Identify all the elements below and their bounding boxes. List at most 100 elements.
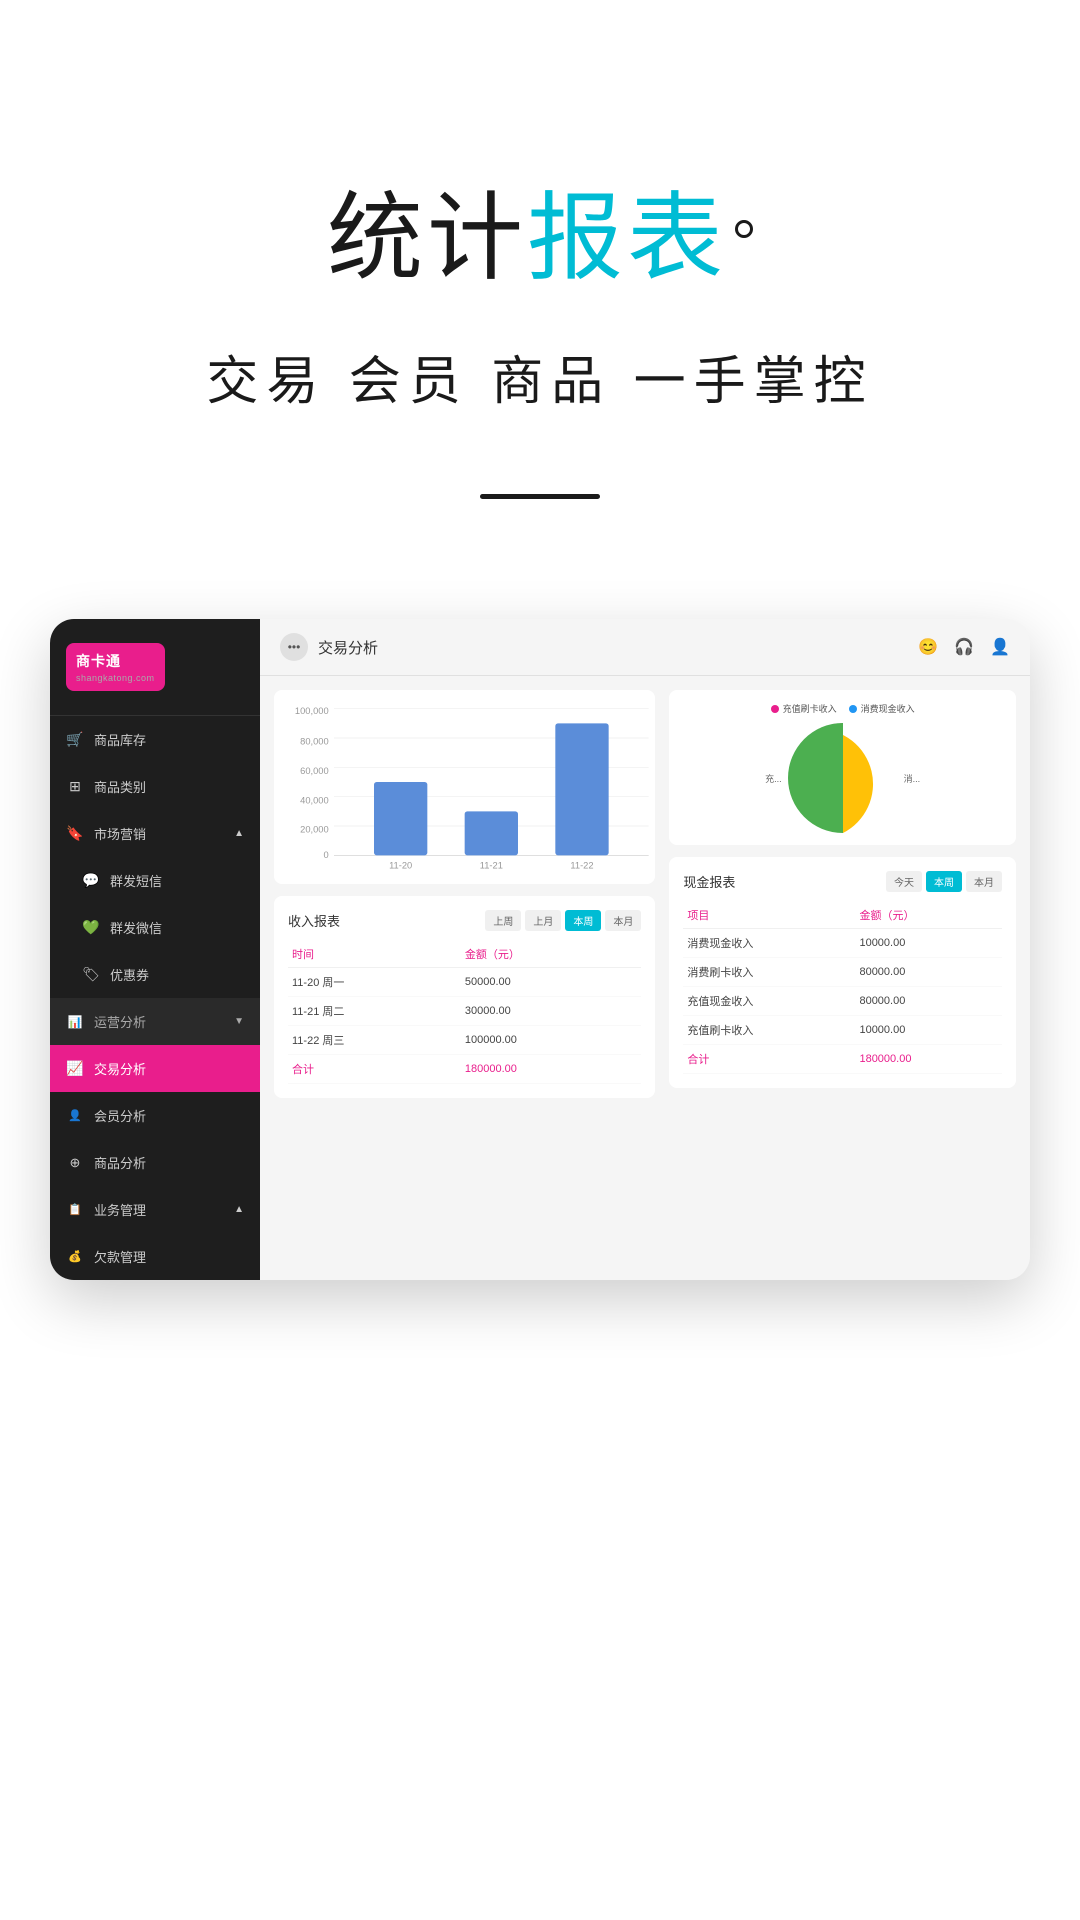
income-date-2: 11-21 周二 — [288, 997, 461, 1026]
svg-text:80,000: 80,000 — [300, 737, 329, 747]
page-title: 交易分析 — [318, 637, 378, 658]
user-icon[interactable]: 👤 — [990, 637, 1010, 657]
income-amount-2: 30000.00 — [461, 997, 641, 1026]
sms-icon: 💬 — [82, 872, 100, 890]
sidebar-label-marketing: 市场营销 — [94, 824, 146, 843]
bar-chart-svg: 100,000 80,000 60,000 40,000 20,000 0 — [278, 698, 651, 871]
income-table-card: 收入报表 上周 上月 本周 本月 时间 — [274, 896, 655, 1098]
biz-icon: 📋 — [66, 1201, 84, 1219]
sidebar-label-member-analysis: 会员分析 — [94, 1106, 146, 1125]
member-icon: 👤 — [66, 1107, 84, 1125]
topbar-left: ••• 交易分析 — [280, 633, 378, 661]
sidebar-item-goods-stock[interactable]: 🛒 商品库存 — [50, 716, 260, 763]
cash-col-amount: 金额（元） — [855, 902, 1002, 929]
cash-item-1: 消费现金收入 — [683, 929, 855, 958]
sidebar-logo: 商卡通 shangkatong.com — [50, 619, 260, 716]
debt-icon: 💰 — [66, 1248, 84, 1266]
legend-item-2: 消费现金收入 — [849, 702, 915, 715]
cash-table-card: 现金报表 今天 本周 本月 项目 金额（元） — [669, 857, 1016, 1088]
sidebar-item-sms[interactable]: 💬 群发短信 — [50, 857, 260, 904]
sidebar-label-ops-analysis: 运营分析 — [94, 1012, 146, 1031]
tab-cash-this-month[interactable]: 本月 — [966, 871, 1002, 892]
income-amount-1: 50000.00 — [461, 968, 641, 997]
topbar: ••• 交易分析 😊 🎧 👤 — [260, 619, 1030, 676]
tab-last-week[interactable]: 上周 — [485, 910, 521, 931]
sidebar-item-trade-analysis[interactable]: 📈 交易分析 — [50, 1045, 260, 1092]
sidebar-item-member-analysis[interactable]: 👤 会员分析 — [50, 1092, 260, 1139]
right-panel: 充值刷卡收入 消费现金收入 充... — [669, 690, 1016, 1266]
sidebar-label-debt-manage: 欠款管理 — [94, 1247, 146, 1266]
menu-dots[interactable]: ••• — [280, 633, 308, 661]
bar-chart-card: 100,000 80,000 60,000 40,000 20,000 0 — [274, 690, 655, 884]
sidebar-item-goods-analysis[interactable]: ⊕ 商品分析 — [50, 1139, 260, 1186]
income-col-date: 时间 — [288, 941, 461, 968]
cash-table: 项目 金额（元） 消费现金收入 10000.00 消费刷卡收 — [683, 902, 1002, 1074]
emoji-icon[interactable]: 😊 — [918, 637, 938, 657]
hero-dot — [735, 220, 753, 238]
cash-item-4: 充值刷卡收入 — [683, 1016, 855, 1045]
tab-today[interactable]: 今天 — [886, 871, 922, 892]
income-date-1: 11-20 周一 — [288, 968, 461, 997]
income-date-3: 11-22 周三 — [288, 1026, 461, 1055]
headphone-icon[interactable]: 🎧 — [954, 637, 974, 657]
income-row-1: 11-20 周一 50000.00 — [288, 968, 641, 997]
svg-text:100,000: 100,000 — [295, 706, 329, 716]
cash-row-4: 充值刷卡收入 10000.00 — [683, 1016, 1002, 1045]
pie-label-left: 充... — [765, 772, 782, 785]
hero-title-part1: 统计 — [327, 185, 527, 292]
svg-text:11-22: 11-22 — [570, 861, 593, 871]
sidebar-item-marketing[interactable]: 🔖 市场营销 — [50, 810, 260, 857]
legend-dot-1 — [771, 705, 779, 713]
cash-tab-group: 今天 本周 本月 — [886, 871, 1002, 892]
tab-last-month[interactable]: 上月 — [525, 910, 561, 931]
cash-row-3: 充值现金收入 80000.00 — [683, 987, 1002, 1016]
goods-icon: ⊕ — [66, 1154, 84, 1172]
sidebar-item-goods-category[interactable]: ⊞ 商品类别 — [50, 763, 260, 810]
cash-row-1: 消费现金收入 10000.00 — [683, 929, 1002, 958]
biz-arrow-icon — [234, 1204, 244, 1215]
cash-total-label: 合计 — [683, 1045, 855, 1074]
legend-item-1: 充值刷卡收入 — [771, 702, 837, 715]
tab-cash-this-week[interactable]: 本周 — [926, 871, 962, 892]
pie-legend: 充值刷卡收入 消费现金收入 — [681, 702, 1004, 715]
legend-dot-2 — [849, 705, 857, 713]
sidebar-label-goods-category: 商品类别 — [94, 777, 146, 796]
cash-amount-2: 80000.00 — [855, 958, 1002, 987]
sidebar-item-ops-analysis[interactable]: 📊 运营分析 — [50, 998, 260, 1045]
svg-text:20,000: 20,000 — [300, 825, 329, 835]
sidebar-item-biz-manage[interactable]: 📋 业务管理 — [50, 1186, 260, 1233]
income-row-2: 11-21 周二 30000.00 — [288, 997, 641, 1026]
hero-subtitle: 交易 会员 商品 一手掌控 — [0, 339, 1080, 414]
bar-1122 — [555, 723, 608, 855]
sidebar-item-coupon[interactable]: 🏷 优惠券 — [50, 951, 260, 998]
cash-total-row: 合计 180000.00 — [683, 1045, 1002, 1074]
income-col-amount: 金额（元） — [461, 941, 641, 968]
income-row-3: 11-22 周三 100000.00 — [288, 1026, 641, 1055]
sidebar-label-goods-stock: 商品库存 — [94, 730, 146, 749]
svg-text:40,000: 40,000 — [300, 795, 329, 805]
cash-item-2: 消费刷卡收入 — [683, 958, 855, 987]
cash-row-2: 消费刷卡收入 80000.00 — [683, 958, 1002, 987]
bar-1121 — [465, 811, 518, 855]
cash-title: 现金报表 — [683, 872, 735, 891]
svg-text:11-21: 11-21 — [480, 861, 503, 871]
sidebar-item-wechat[interactable]: 💚 群发微信 — [50, 904, 260, 951]
pie-label-right: 消... — [904, 772, 921, 785]
tab-this-month[interactable]: 本月 — [605, 910, 641, 931]
income-total-label: 合计 — [288, 1055, 461, 1084]
sidebar-label-sms: 群发短信 — [110, 871, 162, 890]
logo-cn: 商卡通 — [76, 653, 121, 669]
hero-divider — [480, 494, 600, 499]
chart-icon: 📊 — [66, 1013, 84, 1031]
pie-container: 充... 消... — [681, 723, 1004, 833]
coupon-icon: 🏷 — [82, 966, 100, 984]
grid-icon: ⊞ — [66, 778, 84, 796]
svg-text:60,000: 60,000 — [300, 766, 329, 776]
cash-amount-3: 80000.00 — [855, 987, 1002, 1016]
left-panel: 100,000 80,000 60,000 40,000 20,000 0 — [274, 690, 655, 1266]
cash-header: 现金报表 今天 本周 本月 — [683, 871, 1002, 892]
sidebar-item-debt-manage[interactable]: 💰 欠款管理 — [50, 1233, 260, 1280]
topbar-right: 😊 🎧 👤 — [918, 637, 1010, 657]
tab-this-week[interactable]: 本周 — [565, 910, 601, 931]
sidebar-label-biz-manage: 业务管理 — [94, 1200, 146, 1219]
